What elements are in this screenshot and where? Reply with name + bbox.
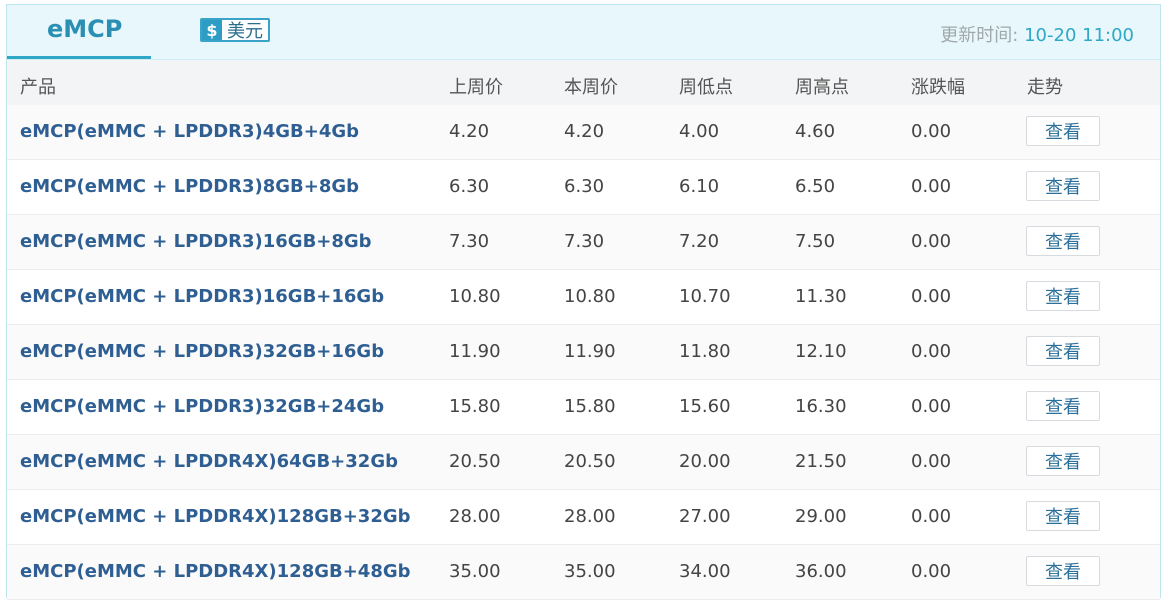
cell-this-week: 11.90 (564, 341, 616, 362)
update-time: 更新时间: 10-20 11:00 (940, 21, 1134, 47)
col-week-low: 周低点 (679, 77, 733, 98)
cell-last-week: 28.00 (449, 506, 501, 527)
cell-change: 0.00 (911, 396, 952, 417)
cell-product[interactable]: eMCP(eMMC + LPDDR3)4GB+4Gb (20, 121, 359, 142)
cell-week-high: 6.50 (795, 176, 836, 197)
cell-change: 0.00 (911, 451, 952, 472)
cell-week-high: 29.00 (795, 506, 847, 527)
view-button[interactable]: 查看 (1026, 281, 1100, 311)
view-button[interactable]: 查看 (1026, 446, 1100, 476)
table-row: eMCP(eMMC + LPDDR3)16GB+16Gb 10.80 10.80 10… (7, 270, 1160, 325)
col-product: 产品 (20, 77, 56, 98)
cell-product[interactable]: eMCP(eMMC + LPDDR3)32GB+16Gb (20, 341, 384, 362)
price-panel: eMCP $ 美元 更新时间: 10-20 11:00 产品 上周价 本周价 周… (6, 4, 1161, 600)
table-row: eMCP(eMMC + LPDDR3)32GB+16Gb 11.90 11.90 11… (7, 325, 1160, 380)
cell-last-week: 35.00 (449, 561, 501, 582)
cell-week-low: 4.00 (679, 121, 720, 142)
cell-week-low: 20.00 (679, 451, 731, 472)
cell-this-week: 15.80 (564, 396, 616, 417)
cell-change: 0.00 (911, 176, 952, 197)
cell-this-week: 4.20 (564, 121, 605, 142)
cell-week-high: 21.50 (795, 451, 847, 472)
cell-last-week: 11.90 (449, 341, 501, 362)
table-row: eMCP(eMMC + LPDDR4X)128GB+32Gb 28.00 28.00… (7, 490, 1160, 545)
cell-change: 0.00 (911, 121, 952, 142)
cell-change: 0.00 (911, 286, 952, 307)
table-row: eMCP(eMMC + LPDDR3)16GB+8Gb 7.30 7.30 7.20 7… (7, 215, 1160, 270)
cell-product[interactable]: eMCP(eMMC + LPDDR3)16GB+8Gb (20, 231, 372, 252)
cell-week-high: 36.00 (795, 561, 847, 582)
table-row: eMCP(eMMC + LPDDR3)32GB+24Gb 15.80 15.80 15… (7, 380, 1160, 435)
cell-week-high: 7.50 (795, 231, 836, 252)
cell-this-week: 6.30 (564, 176, 605, 197)
cell-last-week: 10.80 (449, 286, 501, 307)
cell-this-week: 28.00 (564, 506, 616, 527)
cell-week-high: 4.60 (795, 121, 836, 142)
cell-change: 0.00 (911, 231, 952, 252)
cell-week-low: 7.20 (679, 231, 720, 252)
cell-week-low: 27.00 (679, 506, 731, 527)
cell-week-high: 12.10 (795, 341, 847, 362)
cell-week-low: 10.70 (679, 286, 731, 307)
view-button[interactable]: 查看 (1026, 116, 1100, 146)
cell-week-low: 15.60 (679, 396, 731, 417)
col-last-week: 上周价 (449, 77, 503, 98)
table-row: eMCP(eMMC + LPDDR4X)128GB+48Gb 35.00 35.00… (7, 545, 1160, 600)
view-button[interactable]: 查看 (1026, 171, 1100, 201)
cell-last-week: 4.20 (449, 121, 490, 142)
cell-change: 0.00 (911, 561, 952, 582)
cell-this-week: 7.30 (564, 231, 605, 252)
currency-label: 美元 (227, 21, 263, 42)
cell-last-week: 20.50 (449, 451, 501, 472)
col-trend: 走势 (1027, 77, 1063, 98)
cell-product[interactable]: eMCP(eMMC + LPDDR3)8GB+8Gb (20, 176, 359, 197)
view-button[interactable]: 查看 (1026, 226, 1100, 256)
table-row: eMCP(eMMC + LPDDR4X)64GB+32Gb 20.50 20.50 2… (7, 435, 1160, 490)
table-row: eMCP(eMMC + LPDDR3)4GB+4Gb 4.20 4.20 4.00 4.… (7, 105, 1160, 160)
currency-toggle[interactable]: $ 美元 (200, 18, 270, 42)
cell-last-week: 15.80 (449, 396, 501, 417)
cell-change: 0.00 (911, 341, 952, 362)
cell-change: 0.00 (911, 506, 952, 527)
view-button[interactable]: 查看 (1026, 391, 1100, 421)
view-button[interactable]: 查看 (1026, 336, 1100, 366)
dollar-icon: $ (202, 20, 222, 40)
col-this-week: 本周价 (564, 77, 618, 98)
cell-last-week: 7.30 (449, 231, 490, 252)
cell-week-high: 16.30 (795, 396, 847, 417)
tab-emcp[interactable]: eMCP (7, 5, 151, 59)
view-button[interactable]: 查看 (1026, 556, 1100, 586)
cell-this-week: 35.00 (564, 561, 616, 582)
tab-emcp-label: eMCP (47, 15, 123, 43)
panel-header: eMCP $ 美元 更新时间: 10-20 11:00 (7, 5, 1160, 60)
cell-week-low: 34.00 (679, 561, 731, 582)
table-row: eMCP(eMMC + LPDDR3)8GB+8Gb 6.30 6.30 6.10 6.… (7, 160, 1160, 215)
cell-week-low: 11.80 (679, 341, 731, 362)
view-button[interactable]: 查看 (1026, 501, 1100, 531)
cell-this-week: 10.80 (564, 286, 616, 307)
col-change: 涨跌幅 (911, 77, 965, 98)
update-label: 更新时间: (940, 25, 1019, 46)
cell-product[interactable]: eMCP(eMMC + LPDDR4X)64GB+32Gb (20, 451, 398, 472)
cell-week-low: 6.10 (679, 176, 720, 197)
cell-product[interactable]: eMCP(eMMC + LPDDR3)16GB+16Gb (20, 286, 384, 307)
cell-this-week: 20.50 (564, 451, 616, 472)
update-time-value: 10-20 11:00 (1024, 25, 1134, 46)
cell-product[interactable]: eMCP(eMMC + LPDDR4X)128GB+32Gb (20, 506, 411, 527)
cell-week-high: 11.30 (795, 286, 847, 307)
cell-product[interactable]: eMCP(eMMC + LPDDR3)32GB+24Gb (20, 396, 384, 417)
cell-last-week: 6.30 (449, 176, 490, 197)
table-header: 产品 上周价 本周价 周低点 周高点 涨跌幅 走势 (7, 60, 1160, 106)
col-week-high: 周高点 (795, 77, 849, 98)
cell-product[interactable]: eMCP(eMMC + LPDDR4X)128GB+48Gb (20, 561, 411, 582)
